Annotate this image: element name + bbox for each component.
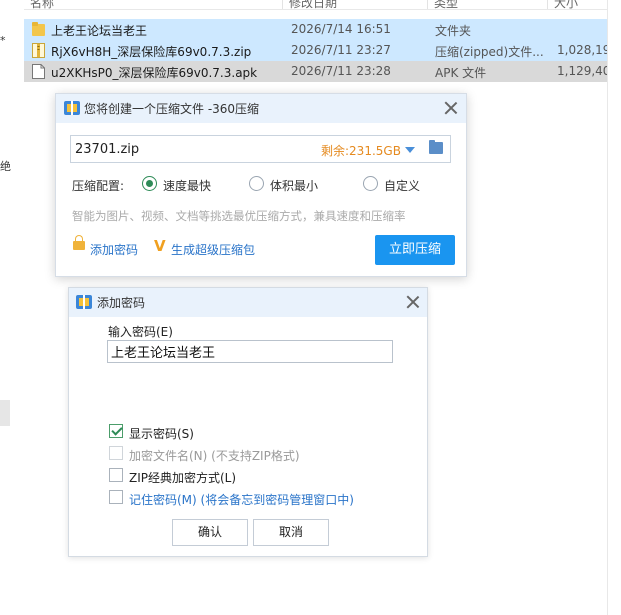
close-icon[interactable] <box>444 101 458 115</box>
dialog-title: 添加密码 <box>97 296 146 310</box>
file-type: 文件夹 <box>435 24 472 38</box>
360zip-logo-icon <box>76 295 92 309</box>
show-password-label[interactable]: 显示密码(S) <box>129 425 194 442</box>
file-size: 1,028,19 <box>557 43 607 57</box>
encrypt-filename-label[interactable]: 加密文件名(N) (不支持ZIP格式) <box>129 447 300 464</box>
encrypt-filename-checkbox[interactable] <box>109 446 123 460</box>
file-row[interactable]: 上老王论坛当老王 2026/7/14 16:51 文件夹 <box>24 19 607 40</box>
radio-smallest-label[interactable]: 体积最小 <box>270 177 318 194</box>
column-header-date[interactable]: 修改日期 <box>289 0 337 9</box>
cancel-button[interactable]: 取消 <box>253 519 329 546</box>
archive-filename-field[interactable]: 23701.zip 剩余:231.5GB <box>70 135 451 163</box>
file-icon <box>32 64 45 79</box>
add-password-link[interactable]: 添加密码 <box>90 241 138 258</box>
radio-smallest[interactable] <box>249 176 264 191</box>
pin-glyph: * <box>0 34 6 47</box>
folder-icon <box>32 22 45 36</box>
nav-pane-text: 绝 <box>0 160 11 173</box>
chevron-down-icon[interactable] <box>405 147 415 153</box>
password-input-label: 输入密码(E) <box>108 325 173 339</box>
remember-password-label[interactable]: 记住密码(M) (将会备忘到密码管理窗口中) <box>129 491 354 508</box>
radio-custom-label[interactable]: 自定义 <box>384 177 420 194</box>
dialog-titlebar[interactable]: 添加密码 <box>69 288 427 317</box>
zip-file-icon <box>32 43 45 58</box>
confirm-button[interactable]: 确认 <box>172 519 248 546</box>
radio-fastest[interactable] <box>142 176 157 191</box>
dialog-title: 您将创建一个压缩文件 -360压缩 <box>84 102 260 116</box>
folder-icon[interactable] <box>429 140 443 154</box>
file-date: 2026/7/11 23:28 <box>291 64 391 78</box>
lock-icon <box>73 235 85 250</box>
nav-pane-selected-item[interactable] <box>0 400 10 426</box>
column-header-name[interactable]: 名称 <box>30 0 54 9</box>
show-password-checkbox[interactable] <box>109 424 123 438</box>
file-date: 2026/7/14 16:51 <box>291 22 391 36</box>
compress-now-button[interactable]: 立即压缩 <box>375 235 455 265</box>
radio-custom[interactable] <box>363 176 378 191</box>
file-size: 1,129,40 <box>557 64 607 78</box>
360zip-logo-icon <box>64 101 80 115</box>
file-row[interactable]: u2XKHsP0_深层保险库69v0.7.3.apk 2026/7/11 23:… <box>24 61 607 82</box>
compress-config-label: 压缩配置: <box>72 179 125 193</box>
add-password-dialog: 添加密码 输入密码(E) 显示密码(S) 加密文件名(N) (不支持ZIP格式)… <box>68 287 428 557</box>
file-date: 2026/7/11 23:27 <box>291 43 391 57</box>
close-icon[interactable] <box>406 295 420 309</box>
column-header-type[interactable]: 类型 <box>434 0 458 9</box>
file-type: 压缩(zipped)文件... <box>435 45 544 59</box>
remember-password-checkbox[interactable] <box>109 490 123 504</box>
column-header-size[interactable]: 大小 <box>554 0 578 9</box>
v-badge-icon: V <box>154 237 166 255</box>
dialog-titlebar[interactable]: 您将创建一个压缩文件 -360压缩 <box>56 94 466 123</box>
scrollbar[interactable] <box>607 0 608 615</box>
column-header-row: 名称 修改日期 类型 大小 <box>24 0 607 10</box>
file-name: 上老王论坛当老王 <box>51 24 148 38</box>
navigation-pane: * 绝 <box>0 0 12 615</box>
super-archive-link[interactable]: 生成超级压缩包 <box>171 241 255 258</box>
compress-description: 智能为图片、视频、文档等挑选最优压缩方式，兼具速度和压缩率 <box>72 209 406 223</box>
create-archive-dialog: 您将创建一个压缩文件 -360压缩 23701.zip 剩余:231.5GB 压… <box>55 93 467 277</box>
file-type: APK 文件 <box>435 66 487 80</box>
archive-filename-value[interactable]: 23701.zip <box>75 142 139 157</box>
free-space-label: 剩余:231.5GB <box>321 144 401 158</box>
file-name: u2XKHsP0_深层保险库69v0.7.3.apk <box>51 66 258 80</box>
file-row[interactable]: RjX6vH8H_深层保险库69v0.7.3.zip 2026/7/11 23:… <box>24 40 607 61</box>
password-input[interactable] <box>107 340 393 363</box>
radio-fastest-label[interactable]: 速度最快 <box>163 177 211 194</box>
file-name: RjX6vH8H_深层保险库69v0.7.3.zip <box>51 45 252 59</box>
zip-classic-encryption-label[interactable]: ZIP经典加密方式(L) <box>129 469 236 486</box>
zip-classic-encryption-checkbox[interactable] <box>109 468 123 482</box>
